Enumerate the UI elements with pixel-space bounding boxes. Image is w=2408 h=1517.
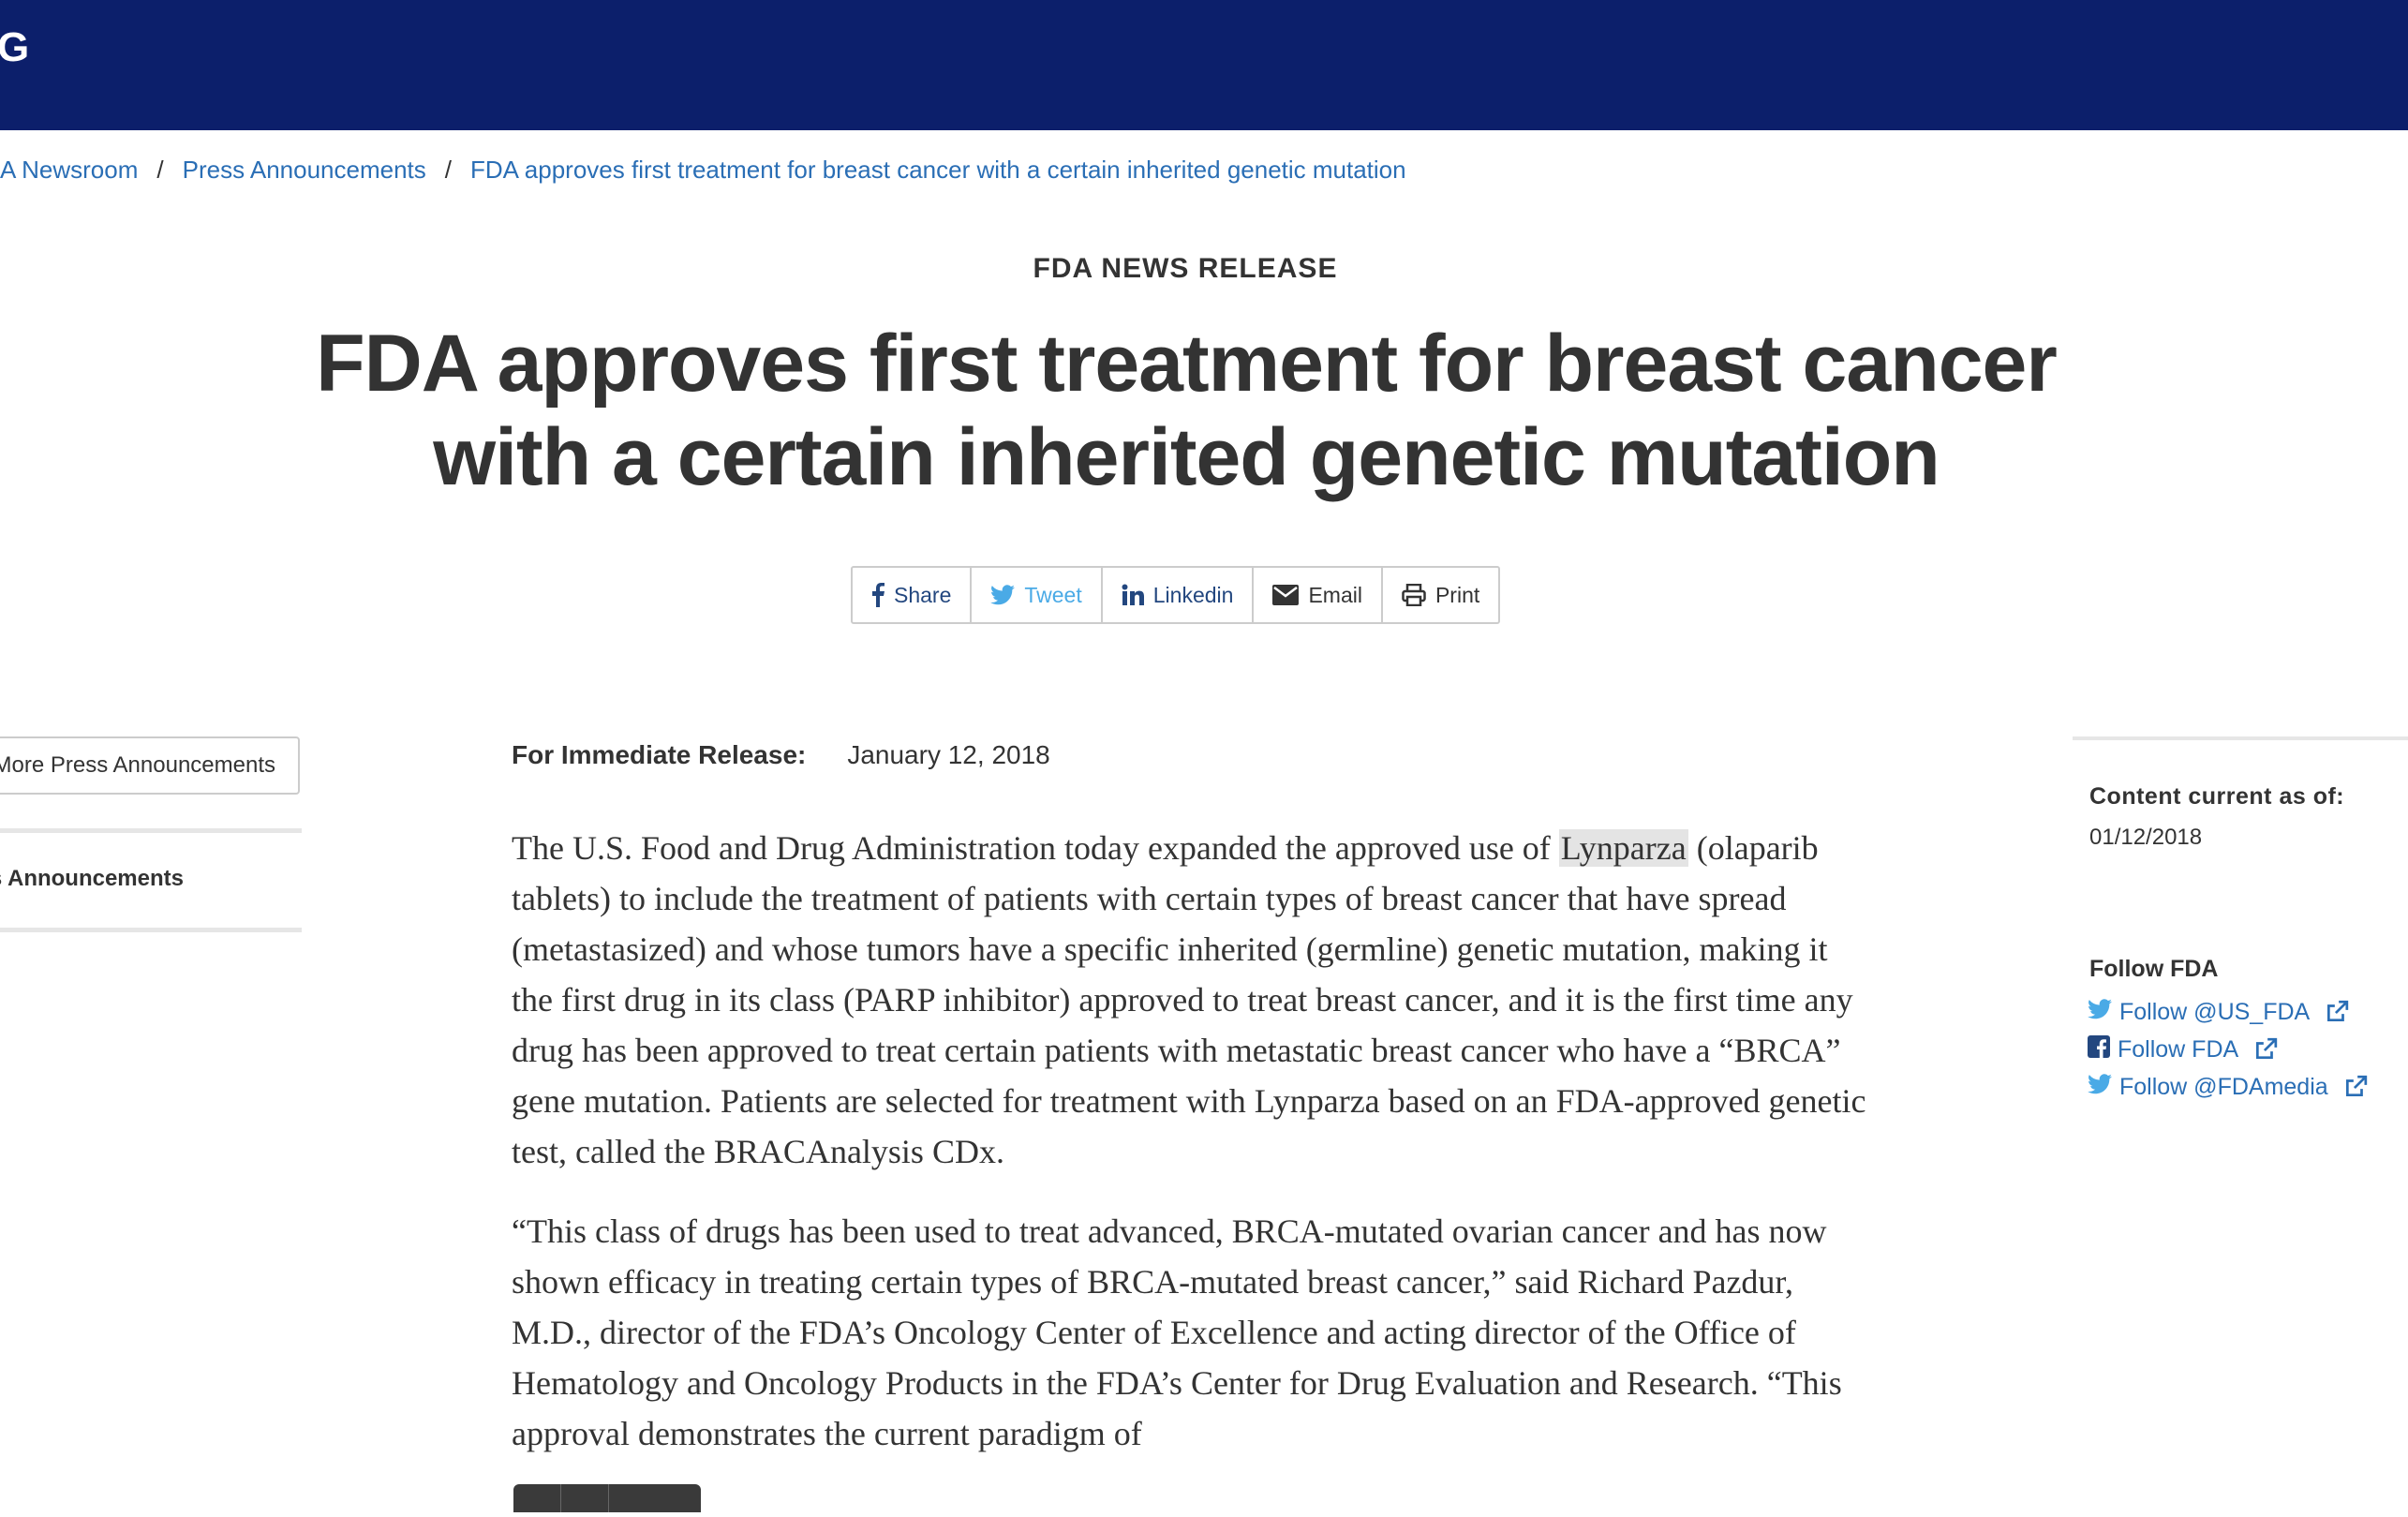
site-logo[interactable]: G — [0, 24, 29, 71]
site-header: G — [0, 0, 2408, 130]
follow-link-label: Follow FDA — [2118, 1035, 2239, 1063]
breadcrumb-newsroom[interactable]: A Newsroom — [0, 156, 138, 184]
follow-links: Follow @US_FDA Follow FDA Follow @FDAmed… — [2088, 993, 2368, 1106]
share-facebook-label: Share — [894, 582, 952, 607]
follow-fda-facebook-link[interactable]: Follow FDA — [2088, 1031, 2368, 1068]
facebook-square-icon — [2088, 1034, 2110, 1064]
right-sidebar-divider — [2073, 736, 2408, 740]
follow-fda-heading: Follow FDA — [2089, 956, 2219, 982]
printer-icon — [1402, 584, 1426, 606]
facebook-icon — [871, 583, 884, 607]
breadcrumb-separator: / — [444, 156, 453, 184]
share-email-label: Email — [1308, 582, 1362, 607]
breadcrumb-current-page[interactable]: FDA approves first treatment for breast … — [470, 156, 1406, 184]
highlighted-text[interactable]: Lynparza — [1558, 829, 1688, 867]
article-paragraph: The U.S. Food and Drug Administration to… — [512, 823, 1870, 1177]
share-twitter-label: Tweet — [1024, 582, 1082, 607]
paragraph-text: The U.S. Food and Drug Administration to… — [512, 829, 1559, 867]
follow-us-fda-link[interactable]: Follow @US_FDA — [2088, 993, 2368, 1031]
article-paragraph: “This class of drugs has been used to tr… — [512, 1212, 1842, 1452]
external-link-icon — [2343, 1075, 2368, 1099]
follow-fdamedia-link[interactable]: Follow @FDAmedia — [2088, 1068, 2368, 1106]
release-date: January 12, 2018 — [847, 740, 1050, 769]
envelope-icon — [1272, 585, 1300, 605]
print-button[interactable]: Print — [1383, 568, 1498, 622]
share-linkedin-label: Linkedin — [1152, 582, 1234, 607]
twitter-icon — [2088, 998, 2112, 1026]
follow-link-label: Follow @FDAmedia — [2119, 1073, 2328, 1100]
sidebar-divider — [0, 828, 302, 833]
twitter-icon — [990, 585, 1016, 605]
external-link-icon — [2325, 1000, 2349, 1024]
article-body: The U.S. Food and Drug Administration to… — [512, 823, 1870, 1488]
twitter-icon — [2088, 1073, 2112, 1101]
share-toolbar: Share Tweet Linkedin Email Print — [851, 566, 1501, 624]
print-label: Print — [1434, 582, 1480, 607]
share-facebook-button[interactable]: Share — [853, 568, 973, 622]
sidebar-divider — [0, 928, 302, 932]
paragraph-text: (olaparib tablets) to include the treatm… — [512, 829, 1866, 1170]
share-email-button[interactable]: Email — [1254, 568, 1383, 622]
release-label: For Immediate Release: — [512, 740, 807, 769]
page-title: FDA approves first treatment for breast … — [316, 319, 2058, 502]
breadcrumb-press-announcements[interactable]: Press Announcements — [183, 156, 426, 184]
share-linkedin-button[interactable]: Linkedin — [1103, 568, 1255, 622]
linkedin-icon — [1122, 584, 1144, 606]
content-current-label: Content current as of: — [2089, 783, 2345, 810]
news-release-kicker: FDA NEWS RELEASE — [1033, 253, 1338, 284]
release-line: For Immediate Release: January 12, 2018 — [512, 740, 1050, 770]
content-current-date: 01/12/2018 — [2089, 825, 2203, 850]
breadcrumb-separator: / — [156, 156, 164, 184]
sidebar-press-announcements-link[interactable]: Press Announcements — [0, 866, 302, 898]
share-twitter-button[interactable]: Tweet — [972, 568, 1103, 622]
more-press-announcements-button[interactable]: More Press Announcements — [0, 736, 300, 795]
external-link-icon — [2253, 1037, 2278, 1062]
floating-toolbar-tab[interactable] — [513, 1484, 701, 1512]
follow-link-label: Follow @US_FDA — [2119, 998, 2311, 1025]
breadcrumb: A Newsroom / Press Announcements / FDA appro… — [0, 156, 1406, 187]
